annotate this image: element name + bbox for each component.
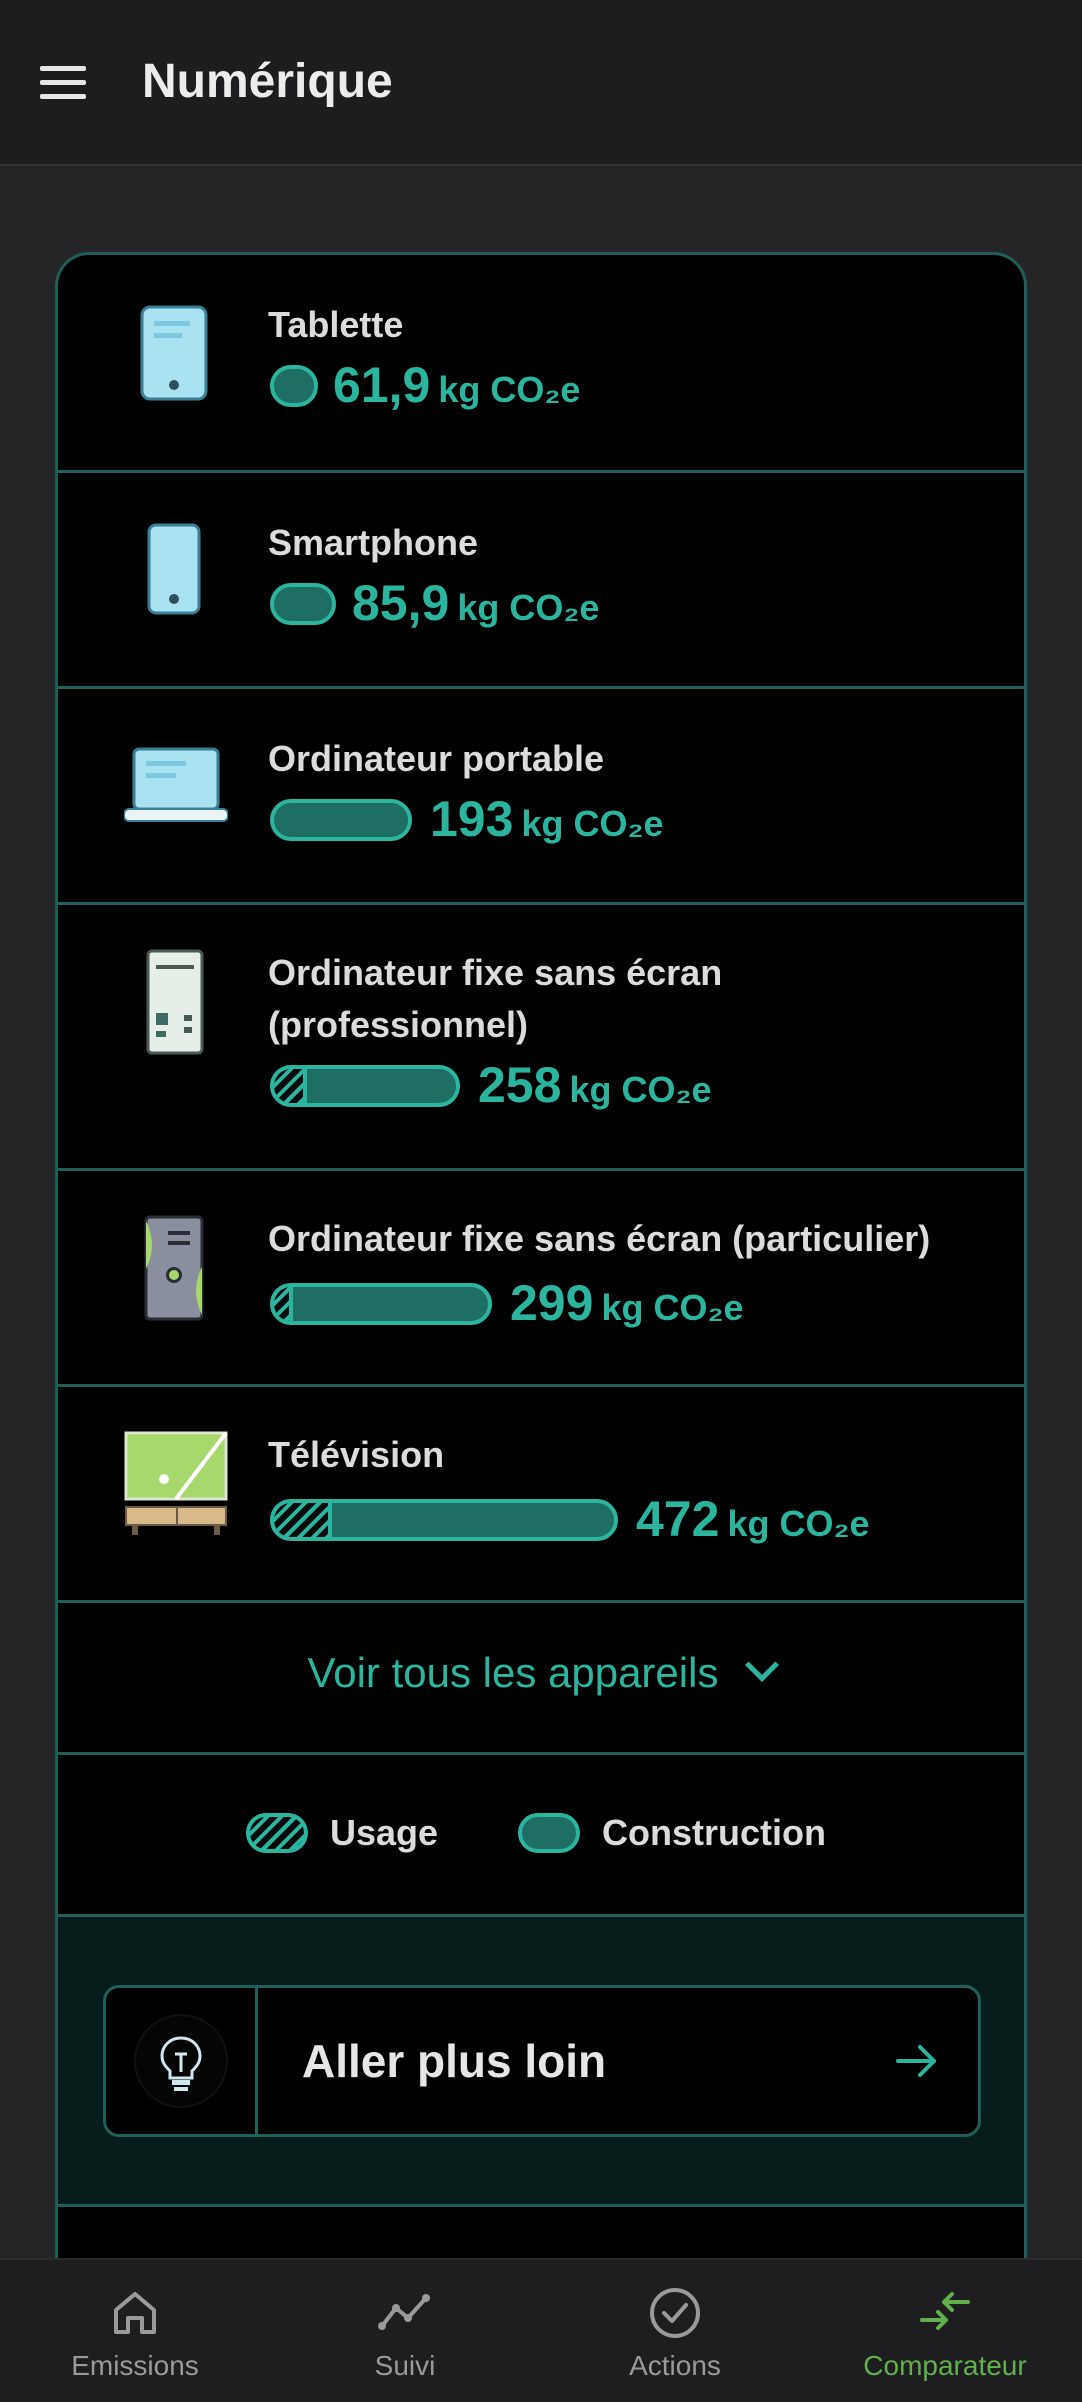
menu-icon[interactable] bbox=[38, 64, 90, 102]
compare-arrows-icon bbox=[920, 2292, 970, 2330]
nav-actions[interactable]: Actions bbox=[540, 2260, 810, 2402]
device-row-tablette[interactable]: Tablette 61,9 kg CO₂e bbox=[58, 255, 1024, 473]
go-further-button[interactable]: Aller plus loin bbox=[103, 1985, 981, 2137]
device-row-desktop-pro[interactable]: Ordinateur fixe sans écran (professionne… bbox=[58, 905, 1024, 1171]
usage-swatch bbox=[246, 1813, 308, 1853]
construction-swatch bbox=[518, 1813, 580, 1853]
smartphone-icon bbox=[147, 523, 201, 615]
chevron-down-icon bbox=[745, 1648, 780, 1682]
device-row-television[interactable]: Télévision 472 kg CO₂e bbox=[58, 1387, 1024, 1603]
page-title: Numérique bbox=[142, 55, 393, 108]
emission-bar bbox=[270, 365, 318, 407]
trend-icon bbox=[378, 2294, 430, 2330]
bottom-navigation: Emissions Suivi Actions Comparateur bbox=[0, 2258, 1082, 2402]
laptop-icon bbox=[124, 747, 228, 822]
nav-comparateur[interactable]: Comparateur bbox=[810, 2260, 1080, 2402]
emission-value: 61,9 kg CO₂e bbox=[333, 357, 581, 413]
lightbulb-icon bbox=[160, 2036, 202, 2091]
emission-value: 85,9 kg CO₂e bbox=[352, 575, 600, 631]
emission-value: 299 kg CO₂e bbox=[510, 1275, 744, 1331]
television-icon bbox=[124, 1431, 228, 1535]
nav-suivi[interactable]: Suivi bbox=[270, 2260, 540, 2402]
emission-bar bbox=[270, 1499, 618, 1541]
desktop-home-icon bbox=[144, 1215, 204, 1321]
emission-bar bbox=[270, 583, 336, 625]
emission-value: 258 kg CO₂e bbox=[478, 1057, 712, 1113]
device-name: Ordinateur fixe sans écran (professionne… bbox=[268, 952, 723, 1045]
desktop-pro-icon bbox=[146, 949, 204, 1055]
emission-bar bbox=[270, 1283, 492, 1325]
home-icon bbox=[114, 2292, 156, 2334]
device-name: Ordinateur portable bbox=[268, 738, 605, 779]
device-row-desktop-home[interactable]: Ordinateur fixe sans écran (particulier)… bbox=[58, 1171, 1024, 1387]
check-circle-icon bbox=[650, 2288, 700, 2338]
emission-bar bbox=[270, 799, 412, 841]
device-name: Smartphone bbox=[268, 522, 479, 563]
arrow-right-icon bbox=[896, 2045, 936, 2077]
go-further-panel: Aller plus loin bbox=[58, 1917, 1024, 2207]
emission-bar bbox=[270, 1065, 460, 1107]
legend: Usage Construction bbox=[58, 1755, 1024, 1917]
devices-card: Tablette 61,9 kg CO₂e Smartphone 85,9 kg C… bbox=[55, 252, 1027, 2262]
device-name: Tablette bbox=[268, 304, 404, 345]
see-all-button[interactable]: Voir tous les appareils bbox=[58, 1648, 1024, 1697]
device-row-smartphone[interactable]: Smartphone 85,9 kg CO₂e bbox=[58, 473, 1024, 689]
device-name: Ordinateur fixe sans écran (particulier) bbox=[268, 1218, 931, 1259]
app-bar: Numérique bbox=[0, 0, 1082, 166]
emission-value: 472 kg CO₂e bbox=[636, 1491, 870, 1547]
see-all-row: Voir tous les appareils bbox=[58, 1603, 1024, 1755]
nav-emissions[interactable]: Emissions bbox=[0, 2260, 270, 2402]
tablet-icon bbox=[140, 305, 208, 401]
device-name: Télévision bbox=[268, 1434, 445, 1475]
device-row-ordinateur-portable[interactable]: Ordinateur portable 193 kg CO₂e bbox=[58, 689, 1024, 905]
emission-value: 193 kg CO₂e bbox=[430, 791, 664, 847]
